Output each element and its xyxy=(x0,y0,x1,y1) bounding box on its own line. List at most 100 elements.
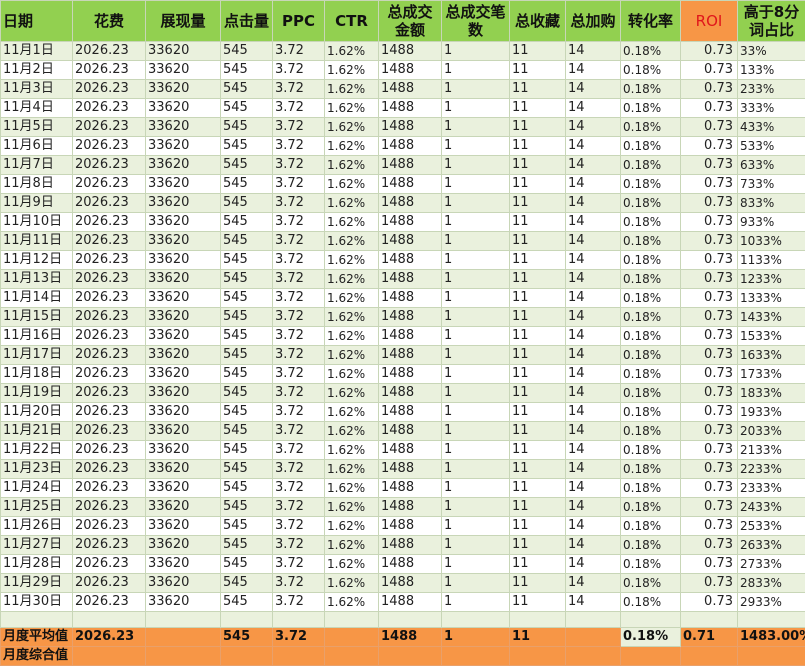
cell-ratio[interactable]: 1733% xyxy=(737,364,805,384)
cell-ppc[interactable]: 3.72 xyxy=(272,307,325,327)
spacer-cell[interactable] xyxy=(565,611,621,628)
cell-cvr[interactable]: 0.18% xyxy=(620,136,681,156)
cell-roi[interactable]: 0.73 xyxy=(680,459,738,479)
cell-roi[interactable]: 0.73 xyxy=(680,535,738,555)
cell-orders[interactable]: 1 xyxy=(441,136,510,156)
cell-cvr[interactable]: 0.18% xyxy=(620,573,681,593)
cell-orders[interactable]: 1 xyxy=(441,250,510,270)
cell-clicks[interactable]: 545 xyxy=(220,307,273,327)
cell-spend[interactable]: 2026.23 xyxy=(72,155,146,175)
summary-cell-favorites[interactable]: 11 xyxy=(509,627,566,647)
cell-cvr[interactable]: 0.18% xyxy=(620,459,681,479)
cell-date[interactable]: 11月14日 xyxy=(0,288,73,308)
cell-spend[interactable]: 2026.23 xyxy=(72,98,146,118)
summary-cell-ctr[interactable] xyxy=(324,627,379,647)
cell-ppc[interactable]: 3.72 xyxy=(272,136,325,156)
cell-clicks[interactable]: 545 xyxy=(220,117,273,137)
spacer-cell[interactable] xyxy=(72,611,146,628)
cell-carts[interactable]: 14 xyxy=(565,326,621,346)
cell-orders[interactable]: 1 xyxy=(441,155,510,175)
column-header-favorites[interactable]: 总收藏 xyxy=(509,0,566,42)
cell-date[interactable]: 11月23日 xyxy=(0,459,73,479)
summary-cell-impressions[interactable] xyxy=(145,627,221,647)
cell-spend[interactable]: 2026.23 xyxy=(72,478,146,498)
cell-carts[interactable]: 14 xyxy=(565,193,621,213)
cell-cvr[interactable]: 0.18% xyxy=(620,117,681,137)
cell-ppc[interactable]: 3.72 xyxy=(272,288,325,308)
cell-ratio[interactable]: 2433% xyxy=(737,497,805,517)
cell-impressions[interactable]: 33620 xyxy=(145,41,221,61)
cell-spend[interactable]: 2026.23 xyxy=(72,516,146,536)
cell-ctr[interactable]: 1.62% xyxy=(324,212,379,232)
cell-gmv[interactable]: 1488 xyxy=(378,193,442,213)
cell-impressions[interactable]: 33620 xyxy=(145,592,221,612)
cell-orders[interactable]: 1 xyxy=(441,307,510,327)
cell-clicks[interactable]: 545 xyxy=(220,440,273,460)
cell-ratio[interactable]: 33% xyxy=(737,41,805,61)
cell-cvr[interactable]: 0.18% xyxy=(620,307,681,327)
cell-carts[interactable]: 14 xyxy=(565,383,621,403)
cell-orders[interactable]: 1 xyxy=(441,383,510,403)
summary-cell-spend[interactable]: 2026.23 xyxy=(72,627,146,647)
cell-impressions[interactable]: 33620 xyxy=(145,478,221,498)
cell-impressions[interactable]: 33620 xyxy=(145,554,221,574)
cell-ppc[interactable]: 3.72 xyxy=(272,212,325,232)
summary-cell-gmv[interactable]: 1488 xyxy=(378,627,442,647)
cell-impressions[interactable]: 33620 xyxy=(145,497,221,517)
cell-carts[interactable]: 14 xyxy=(565,440,621,460)
cell-orders[interactable]: 1 xyxy=(441,212,510,232)
composite-cell-ppc[interactable] xyxy=(272,646,325,666)
cell-gmv[interactable]: 1488 xyxy=(378,402,442,422)
cell-ratio[interactable]: 1533% xyxy=(737,326,805,346)
cell-ratio[interactable]: 1033% xyxy=(737,231,805,251)
cell-ratio[interactable]: 1133% xyxy=(737,250,805,270)
summary-cell-roi[interactable]: 0.71 xyxy=(680,627,738,647)
cell-clicks[interactable]: 545 xyxy=(220,573,273,593)
cell-ctr[interactable]: 1.62% xyxy=(324,516,379,536)
cell-orders[interactable]: 1 xyxy=(441,459,510,479)
cell-spend[interactable]: 2026.23 xyxy=(72,421,146,441)
cell-ratio[interactable]: 2133% xyxy=(737,440,805,460)
cell-gmv[interactable]: 1488 xyxy=(378,307,442,327)
cell-favorites[interactable]: 11 xyxy=(509,345,566,365)
cell-orders[interactable]: 1 xyxy=(441,573,510,593)
cell-spend[interactable]: 2026.23 xyxy=(72,383,146,403)
cell-ctr[interactable]: 1.62% xyxy=(324,250,379,270)
cell-ctr[interactable]: 1.62% xyxy=(324,117,379,137)
cell-date[interactable]: 11月13日 xyxy=(0,269,73,289)
cell-gmv[interactable]: 1488 xyxy=(378,573,442,593)
column-header-orders[interactable]: 总成交笔数 xyxy=(441,0,510,42)
cell-favorites[interactable]: 11 xyxy=(509,383,566,403)
cell-ctr[interactable]: 1.62% xyxy=(324,592,379,612)
cell-roi[interactable]: 0.73 xyxy=(680,307,738,327)
cell-cvr[interactable]: 0.18% xyxy=(620,345,681,365)
cell-date[interactable]: 11月6日 xyxy=(0,136,73,156)
cell-favorites[interactable]: 11 xyxy=(509,98,566,118)
cell-favorites[interactable]: 11 xyxy=(509,155,566,175)
cell-impressions[interactable]: 33620 xyxy=(145,117,221,137)
spacer-cell[interactable] xyxy=(145,611,221,628)
composite-cell-roi[interactable] xyxy=(680,646,738,666)
cell-ratio[interactable]: 833% xyxy=(737,193,805,213)
cell-gmv[interactable]: 1488 xyxy=(378,383,442,403)
cell-carts[interactable]: 14 xyxy=(565,288,621,308)
cell-gmv[interactable]: 1488 xyxy=(378,592,442,612)
cell-orders[interactable]: 1 xyxy=(441,41,510,61)
spacer-cell[interactable] xyxy=(324,611,379,628)
cell-gmv[interactable]: 1488 xyxy=(378,478,442,498)
cell-ctr[interactable]: 1.62% xyxy=(324,345,379,365)
cell-orders[interactable]: 1 xyxy=(441,79,510,99)
cell-spend[interactable]: 2026.23 xyxy=(72,288,146,308)
cell-date[interactable]: 11月3日 xyxy=(0,79,73,99)
cell-date[interactable]: 11月19日 xyxy=(0,383,73,403)
cell-spend[interactable]: 2026.23 xyxy=(72,402,146,422)
cell-gmv[interactable]: 1488 xyxy=(378,497,442,517)
cell-roi[interactable]: 0.73 xyxy=(680,516,738,536)
cell-carts[interactable]: 14 xyxy=(565,554,621,574)
cell-ctr[interactable]: 1.62% xyxy=(324,497,379,517)
cell-roi[interactable]: 0.73 xyxy=(680,288,738,308)
cell-clicks[interactable]: 545 xyxy=(220,421,273,441)
cell-orders[interactable]: 1 xyxy=(441,440,510,460)
summary-cell-ppc[interactable]: 3.72 xyxy=(272,627,325,647)
composite-cell-carts[interactable] xyxy=(565,646,621,666)
